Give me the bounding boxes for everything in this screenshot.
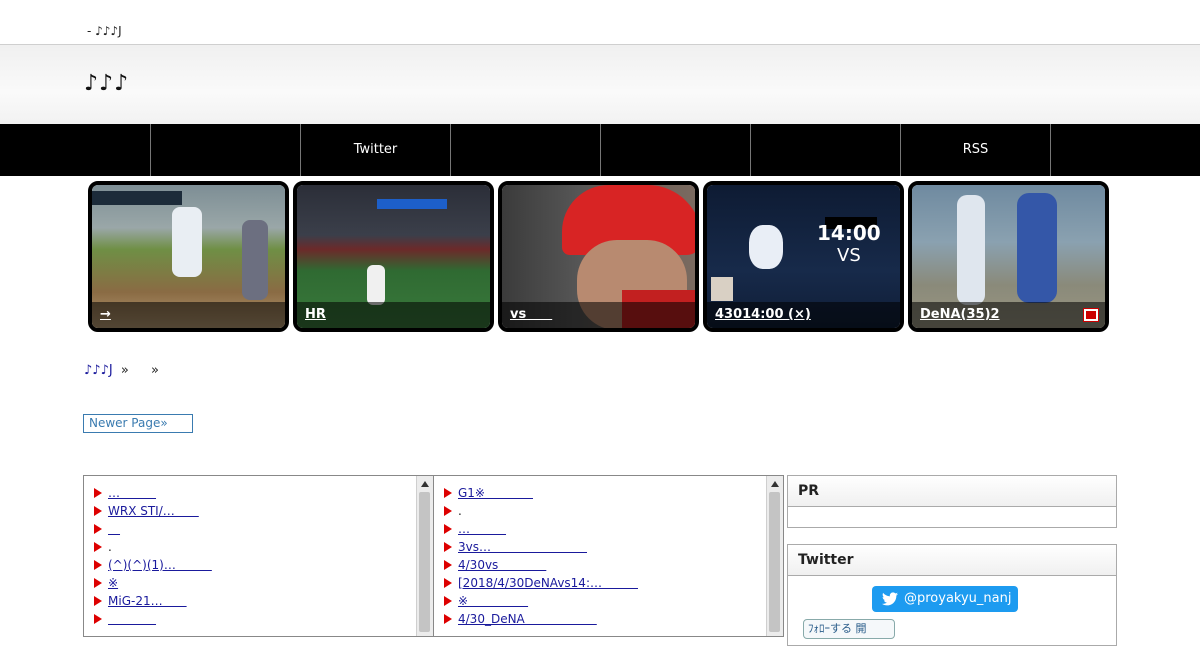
list-item[interactable]: .: [94, 538, 433, 556]
list-item-link[interactable]: [2018/4/30DeNAvs14:…: [458, 576, 638, 590]
list-item-link[interactable]: ＿: [108, 522, 120, 536]
bullet-triangle-icon: [94, 488, 102, 498]
list-item[interactable]: WRX STI/…: [94, 502, 433, 520]
top-bar: - ♪♪♪J: [0, 0, 1200, 45]
thumb-4-caption[interactable]: 43014:00 (×): [707, 302, 900, 328]
bullet-triangle-icon: [94, 560, 102, 570]
bullet-triangle-icon: [444, 578, 452, 588]
list-item[interactable]: 4/30_DeNA: [444, 610, 783, 628]
scroll-thumb[interactable]: [419, 492, 430, 632]
bullet-triangle-icon: [444, 614, 452, 624]
list-item-link[interactable]: .: [108, 540, 112, 554]
thumb-3-caption[interactable]: vs: [502, 302, 695, 328]
scrollbar[interactable]: [416, 476, 433, 636]
list-item[interactable]: [94, 610, 433, 628]
list-item[interactable]: ※: [444, 592, 783, 610]
list-item[interactable]: .: [444, 502, 783, 520]
scroll-thumb[interactable]: [769, 492, 780, 632]
list-item[interactable]: 4/30vs: [444, 556, 783, 574]
list-item-link[interactable]: MiG-21…: [108, 594, 187, 608]
list-item[interactable]: [2018/4/30DeNAvs14:…: [444, 574, 783, 592]
list-item-link[interactable]: G1※: [458, 486, 533, 500]
list-item-link[interactable]: 3vs…: [458, 540, 587, 554]
breadcrumb: ♪♪♪J » »: [84, 363, 159, 378]
twitter-bird-icon: [882, 592, 898, 606]
newer-page-link[interactable]: Newer Page»: [83, 414, 193, 433]
thumb-1-caption[interactable]: →: [92, 302, 285, 328]
article-list-left[interactable]: … WRX STI/… ＿ . (^)(^)(1)… ※ MiG-21…: [83, 475, 434, 637]
list-item-link[interactable]: (^)(^)(1)…: [108, 558, 212, 572]
nav-item-4[interactable]: [450, 124, 600, 176]
bullet-triangle-icon: [444, 560, 452, 570]
list-item[interactable]: …: [94, 484, 433, 502]
breadcrumb-home[interactable]: ♪♪♪J: [84, 363, 113, 378]
list-item-link[interactable]: …: [458, 522, 506, 536]
follow-badge[interactable]: ﾌｫﾛｰする 開: [803, 619, 895, 639]
breadcrumb-separator: »: [150, 363, 159, 378]
twitter-widget-title: Twitter: [788, 545, 1116, 576]
list-item[interactable]: …: [444, 520, 783, 538]
nav-item-rss[interactable]: RSS: [900, 124, 1051, 176]
list-item-link[interactable]: WRX STI/…: [108, 504, 199, 518]
nav-item-5[interactable]: [600, 124, 750, 176]
bullet-triangle-icon: [94, 596, 102, 606]
list-item-link[interactable]: 4/30_DeNA: [458, 612, 597, 626]
thumb-1[interactable]: →: [88, 181, 289, 332]
bullet-triangle-icon: [444, 506, 452, 516]
list-item[interactable]: MiG-21…: [94, 592, 433, 610]
pr-widget: PR: [787, 475, 1117, 528]
list-item[interactable]: 3vs…: [444, 538, 783, 556]
scroll-up-arrow-icon[interactable]: [771, 481, 779, 487]
thumb-2-caption[interactable]: HR: [297, 302, 490, 328]
bullet-triangle-icon: [94, 542, 102, 552]
bullet-triangle-icon: [444, 488, 452, 498]
bullet-triangle-icon: [94, 614, 102, 624]
site-title[interactable]: ♪♪♪: [84, 71, 129, 96]
pr-widget-title: PR: [788, 476, 1116, 507]
nav-item-2[interactable]: [150, 124, 300, 176]
nav-item-twitter[interactable]: Twitter: [300, 124, 450, 176]
list-item-link[interactable]: .: [458, 504, 462, 518]
bullet-triangle-icon: [444, 524, 452, 534]
bullet-triangle-icon: [444, 542, 452, 552]
bullet-triangle-icon: [94, 524, 102, 534]
article-list-right[interactable]: G1※ . … 3vs… 4/30vs [2018/4/30DeNAvs14:……: [433, 475, 784, 637]
list-item[interactable]: (^)(^)(1)…: [94, 556, 433, 574]
list-item-link[interactable]: ※: [108, 576, 118, 590]
main-nav: Twitter RSS: [0, 124, 1200, 176]
bullet-triangle-icon: [94, 578, 102, 588]
bullet-triangle-icon: [444, 596, 452, 606]
breadcrumb-separator: »: [120, 363, 129, 378]
thumb-4[interactable]: 14:00 VS 43014:00 (×): [703, 181, 904, 332]
top-bar-text: - ♪♪♪J: [87, 24, 122, 38]
twitter-handle: @proyakyu_nanj: [904, 591, 1012, 606]
thumb-3[interactable]: vs: [498, 181, 699, 332]
thumb-2[interactable]: HR: [293, 181, 494, 332]
list-item[interactable]: G1※: [444, 484, 783, 502]
list-item[interactable]: ※: [94, 574, 433, 592]
scrollbar[interactable]: [766, 476, 783, 636]
twitter-widget: Twitter @proyakyu_nanj ﾌｫﾛｰする 開: [787, 544, 1117, 646]
site-header: ♪♪♪: [0, 45, 1200, 124]
flag-icon: [1083, 308, 1099, 322]
thumb-5[interactable]: DeNA(35)2: [908, 181, 1109, 332]
list-item-link[interactable]: ※: [458, 594, 528, 608]
nav-item-1[interactable]: [0, 124, 149, 176]
twitter-follow-button[interactable]: @proyakyu_nanj: [872, 586, 1018, 612]
nav-item-6[interactable]: [750, 124, 900, 176]
list-item-link[interactable]: 4/30vs: [458, 558, 546, 572]
scroll-up-arrow-icon[interactable]: [421, 481, 429, 487]
bullet-triangle-icon: [94, 506, 102, 516]
list-item-link[interactable]: [108, 612, 156, 626]
list-item[interactable]: ＿: [94, 520, 433, 538]
list-item-link[interactable]: …: [108, 486, 156, 500]
thumb-5-caption[interactable]: DeNA(35)2: [912, 302, 1105, 328]
featured-thumbnails: → HR vs 14:00 VS 43014:00 (×) DeNA(35)2: [88, 181, 1118, 332]
